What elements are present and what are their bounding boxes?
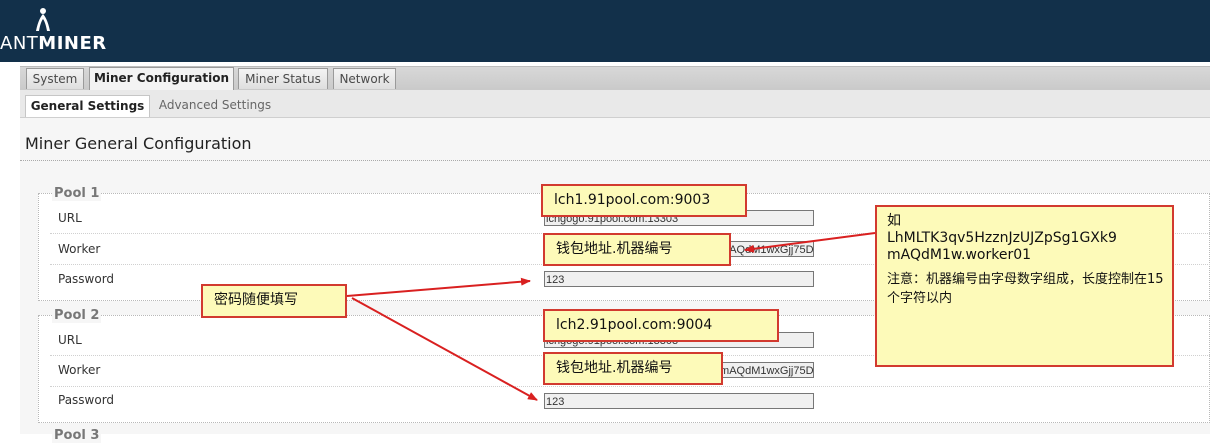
arrow-to-pool-1-password (346, 277, 531, 297)
arrow-note-to-worker (744, 232, 876, 253)
arrow-to-pool-2-password (351, 297, 538, 401)
annotation-arrows (346, 232, 876, 401)
